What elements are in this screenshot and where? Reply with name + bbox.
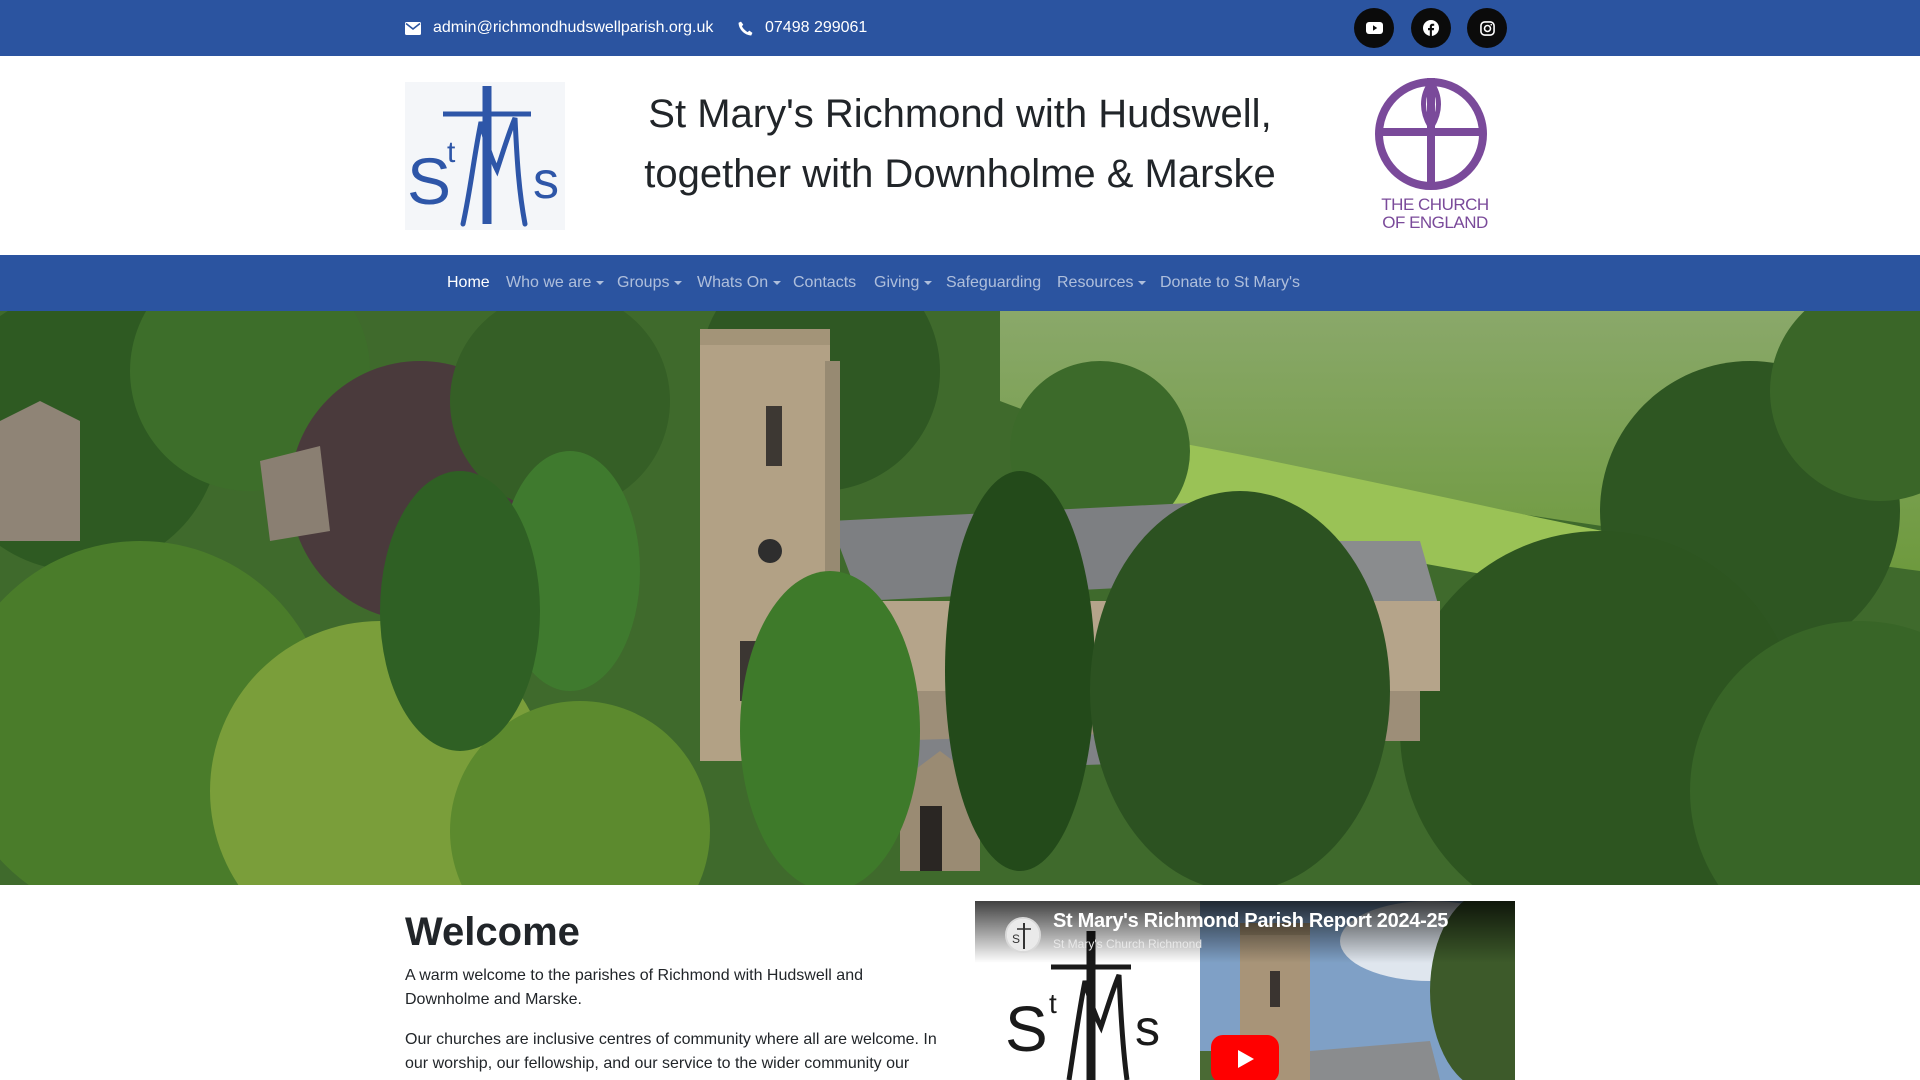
phone-icon [738, 21, 753, 35]
chevron-down-icon [674, 281, 683, 285]
site-title-line1: St Mary's Richmond with Hudswell, [648, 92, 1272, 136]
chevron-down-icon [596, 281, 605, 285]
nav-who-we-are-label: Who we are [506, 274, 592, 291]
phone-text: 07498 299061 [765, 19, 868, 36]
email-text: admin@richmondhudswellparish.org.uk [433, 19, 714, 36]
coe-text-line1: THE CHURCH [1381, 195, 1489, 214]
video-channel-name[interactable]: St Mary's Church Richmond [1053, 937, 1202, 951]
youtube-video-embed[interactable]: S t s S St Mary's Richmond Parish Report… [975, 901, 1515, 1080]
svg-text:s: s [1135, 1000, 1160, 1056]
phone-link[interactable]: 07498 299061 [738, 0, 867, 56]
welcome-paragraph-1: A warm welcome to the parishes of Richmo… [405, 967, 863, 1008]
play-button[interactable] [1211, 1035, 1279, 1080]
nav-giving-label: Giving [874, 274, 920, 291]
top-contact-bar: admin@richmondhudswellparish.org.uk 0749… [0, 0, 1920, 56]
svg-text:s: s [533, 152, 559, 210]
nav-donate-label: Donate to St Mary's [1160, 274, 1300, 291]
welcome-heading: Welcome [405, 910, 580, 954]
svg-text:t: t [447, 136, 456, 169]
nav-safeguarding[interactable]: Safeguarding [946, 255, 1041, 311]
nav-groups[interactable]: Groups [617, 255, 683, 311]
channel-avatar-logo: S [1007, 919, 1039, 951]
svg-text:S: S [407, 144, 451, 218]
coe-logo-text: THE CHURCH OF ENGLAND [1374, 196, 1496, 232]
nav-home[interactable]: Home [447, 255, 490, 311]
coe-cross-icon [1375, 78, 1487, 190]
nav-contacts[interactable]: Contacts [793, 255, 856, 311]
channel-avatar[interactable]: S [1005, 917, 1041, 953]
video-title[interactable]: St Mary's Richmond Parish Report 2024-25 [1053, 910, 1448, 933]
site-header: S t s St Mary's Richmond with Hudswell, … [0, 56, 1920, 255]
nav-groups-label: Groups [617, 274, 670, 291]
nav-home-label: Home [447, 274, 490, 291]
facebook-icon [1423, 20, 1439, 36]
stms-logo[interactable]: S t s [405, 82, 565, 230]
svg-text:S: S [1012, 932, 1020, 946]
youtube-icon [1365, 22, 1383, 34]
coe-text-line2: OF ENGLAND [1382, 213, 1488, 232]
nav-resources[interactable]: Resources [1057, 255, 1147, 311]
envelope-icon [405, 21, 421, 35]
play-icon [1238, 1050, 1254, 1068]
youtube-button[interactable] [1354, 8, 1394, 48]
instagram-icon [1479, 20, 1495, 36]
nav-contacts-label: Contacts [793, 274, 857, 291]
email-link[interactable]: admin@richmondhudswellparish.org.uk [405, 0, 713, 56]
nav-who-we-are[interactable]: Who we are [506, 255, 605, 311]
site-title: St Mary's Richmond with Hudswell, togeth… [590, 84, 1330, 204]
hero-church-image [0, 311, 1920, 885]
church-landscape-illustration [0, 311, 1920, 885]
nav-whats-on[interactable]: Whats On [697, 255, 782, 311]
main-navbar: Home Who we are Groups Whats On Contacts… [0, 255, 1920, 311]
nav-resources-label: Resources [1057, 274, 1134, 291]
nav-donate[interactable]: Donate to St Mary's [1160, 255, 1300, 311]
nav-giving[interactable]: Giving [874, 255, 933, 311]
welcome-paragraph-2: Our churches are inclusive centres of co… [405, 1031, 937, 1072]
facebook-button[interactable] [1411, 8, 1451, 48]
instagram-button[interactable] [1467, 8, 1507, 48]
site-title-line2: together with Downholme & Marske [644, 152, 1276, 196]
chevron-down-icon [1138, 281, 1147, 285]
chevron-down-icon [773, 281, 782, 285]
nav-safeguarding-label: Safeguarding [946, 274, 1042, 291]
nav-whats-on-label: Whats On [697, 274, 769, 291]
svg-text:S: S [1005, 993, 1048, 1065]
svg-text:t: t [1049, 988, 1057, 1019]
chevron-down-icon [924, 281, 933, 285]
stms-logo-mark: S t s [407, 86, 559, 227]
